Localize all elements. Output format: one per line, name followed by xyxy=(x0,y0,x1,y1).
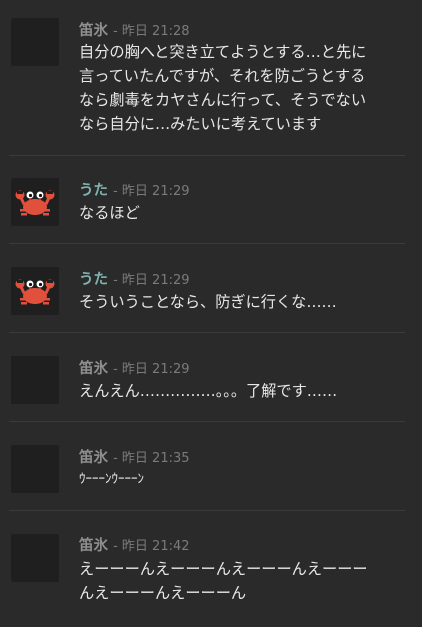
message-text: 自分の胸へと突き立てようとする…と先に 言っていたんですが、それを防ごうとする … xyxy=(79,43,367,133)
message-text: なるほど xyxy=(79,204,140,222)
message-divider xyxy=(9,243,405,244)
message-header: 笛氷 - 昨日 21:35 xyxy=(79,449,190,466)
author-name[interactable]: 笛氷 xyxy=(79,538,108,554)
message-header: 笛氷 - 昨日 21:29 xyxy=(79,360,190,377)
message-header: 笛氷 - 昨日 21:28 xyxy=(79,22,190,39)
timestamp: - 昨日 21:28 xyxy=(113,24,190,39)
timestamp: - 昨日 21:35 xyxy=(113,451,190,466)
crab-icon xyxy=(11,267,59,315)
message-divider xyxy=(9,332,405,333)
message-divider xyxy=(9,510,405,511)
author-name[interactable]: 笛氷 xyxy=(79,361,108,377)
message-text: えーーーんえーーーんえーーーんえーーー んえーーーんえーーーん xyxy=(79,560,368,602)
avatar[interactable] xyxy=(11,178,59,226)
author-name[interactable]: うた xyxy=(79,183,108,199)
author-name[interactable]: 笛氷 xyxy=(79,23,108,39)
avatar[interactable] xyxy=(11,534,59,582)
crab-icon xyxy=(11,178,59,226)
timestamp: - 昨日 21:29 xyxy=(113,184,190,199)
message-header: 笛氷 - 昨日 21:42 xyxy=(79,537,190,554)
avatar[interactable] xyxy=(11,267,59,315)
message-text: そういうことなら、防ぎに行くな…… xyxy=(79,293,337,311)
message-header: うた - 昨日 21:29 xyxy=(79,182,190,199)
message-divider xyxy=(9,421,405,422)
avatar[interactable] xyxy=(11,445,59,493)
timestamp: - 昨日 21:29 xyxy=(113,273,190,288)
author-name[interactable]: うた xyxy=(79,272,108,288)
timestamp: - 昨日 21:42 xyxy=(113,539,190,554)
message-text: えんえん……………。。。了解です…… xyxy=(79,382,338,400)
timestamp: - 昨日 21:29 xyxy=(113,362,190,377)
avatar[interactable] xyxy=(11,356,59,404)
author-name[interactable]: 笛氷 xyxy=(79,450,108,466)
chat-log: 笛氷 - 昨日 21:28 自分の胸へと突き立てようとする…と先に 言っていたん… xyxy=(0,0,422,627)
avatar[interactable] xyxy=(11,18,59,66)
message-divider xyxy=(9,155,405,156)
message-text: ｳｰｰｰﾝｳｰｰｰﾝ xyxy=(79,472,144,487)
message-header: うた - 昨日 21:29 xyxy=(79,271,190,288)
